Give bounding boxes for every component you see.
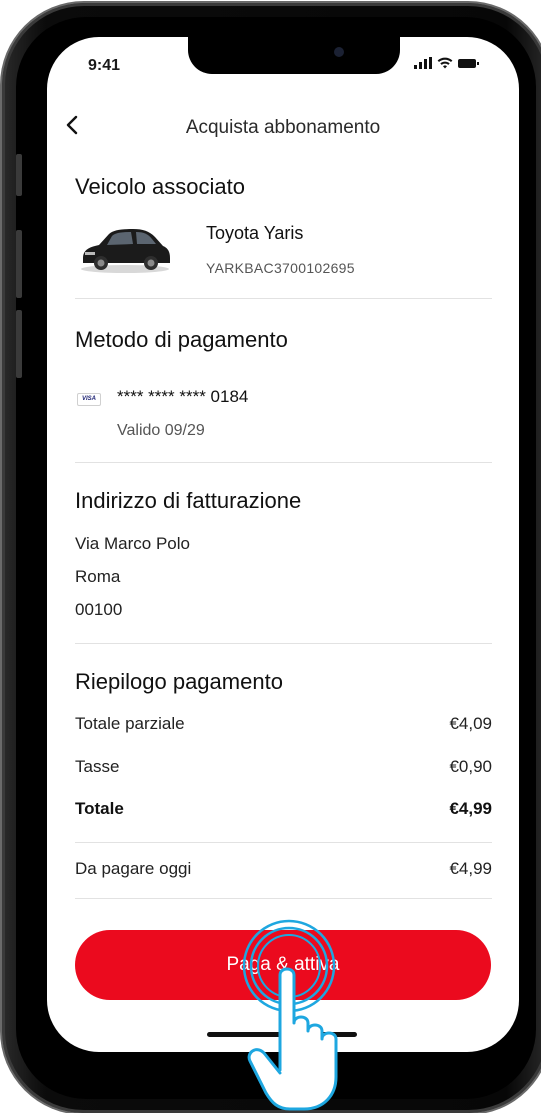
notch <box>188 37 400 74</box>
summary-row-subtotal: Totale parziale €4,09 <box>75 714 492 734</box>
card-number: **** **** **** 0184 <box>117 387 249 406</box>
divider <box>75 643 492 644</box>
card-expiry: Valido 09/29 <box>117 422 205 439</box>
status-time: 9:41 <box>88 57 121 74</box>
volume-down-button <box>16 310 22 378</box>
volume-up-button <box>16 230 22 298</box>
visa-card-icon: VISA <box>77 393 101 406</box>
camera-icon <box>334 47 344 57</box>
summary-section-title: Riepilogo pagamento <box>75 669 283 694</box>
summary-label: Da pagare oggi <box>75 859 192 878</box>
billing-section-title: Indirizzo di fatturazione <box>75 488 302 513</box>
signal-icon <box>414 57 432 69</box>
summary-value: €4,99 <box>449 859 492 878</box>
summary-label: Totale parziale <box>75 714 185 733</box>
tap-gesture-icon <box>242 919 338 1111</box>
summary-row-total: Totale €4,99 <box>75 799 492 819</box>
summary-label: Tasse <box>75 757 120 776</box>
address-street: Via Marco Polo <box>75 534 190 553</box>
summary-value: €4,09 <box>449 714 492 733</box>
summary-label: Totale <box>75 799 124 818</box>
divider <box>75 842 492 843</box>
vehicle-section-title: Veicolo associato <box>75 174 245 199</box>
vehicle-vin: YARKBAC3700102695 <box>206 260 355 276</box>
silent-switch <box>16 154 22 196</box>
battery-icon <box>458 58 479 68</box>
payment-section-title: Metodo di pagamento <box>75 327 288 352</box>
address-postcode: 00100 <box>75 600 123 619</box>
wifi-icon <box>437 57 453 69</box>
vehicle-name: Toyota Yaris <box>206 223 304 243</box>
summary-row-taxes: Tasse €0,90 <box>75 757 492 777</box>
summary-row-due-today: Da pagare oggi €4,99 <box>75 859 492 879</box>
status-icons <box>414 57 479 69</box>
divider <box>75 462 492 463</box>
summary-value: €0,90 <box>449 757 492 776</box>
car-icon <box>81 229 170 273</box>
address-city: Roma <box>75 567 121 586</box>
page-title: Acquista abbonamento <box>185 117 381 138</box>
summary-value: €4,99 <box>449 799 492 818</box>
divider <box>75 298 492 299</box>
